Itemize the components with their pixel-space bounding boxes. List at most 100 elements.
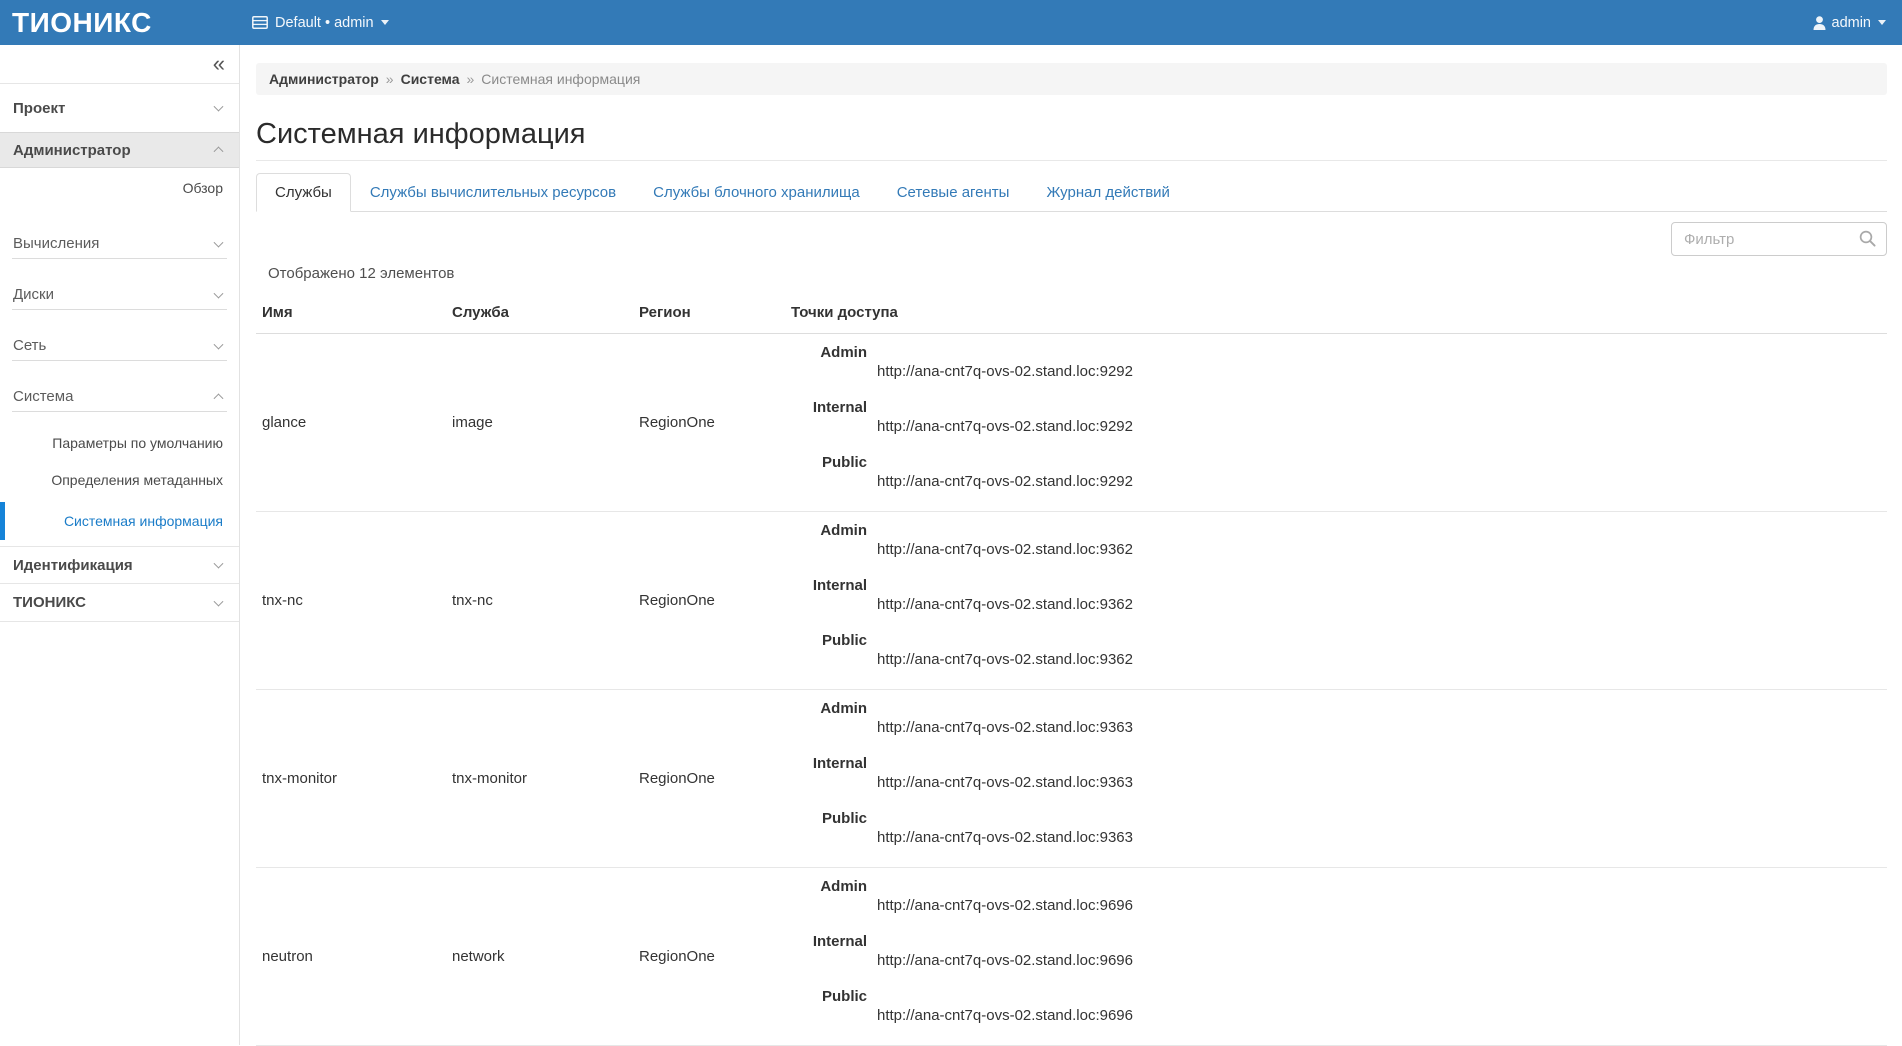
cell-service: tnx-monitor	[446, 690, 633, 868]
sidebar-item-overview[interactable]: Обзор	[0, 168, 239, 208]
divider	[12, 258, 227, 259]
cell-name: neutron	[256, 868, 446, 1046]
page-title: Системная информация	[256, 119, 1887, 149]
tab-bar: Службы Службы вычислительных ресурсов Сл…	[256, 173, 1887, 212]
services-table: Имя Служба Регион Точки доступа glanceim…	[256, 292, 1887, 1046]
endpoint-group: Internalhttp://ana-cnt7q-ovs-02.stand.lo…	[785, 932, 1887, 970]
collapse-sidebar-icon[interactable]: «	[213, 51, 225, 76]
user-label: admin	[1832, 15, 1872, 31]
chevron-down-icon	[214, 102, 224, 112]
endpoint-url: http://ana-cnt7q-ovs-02.stand.loc:9362	[877, 595, 1887, 614]
endpoint-interface-label: Internal	[785, 576, 867, 595]
caret-down-icon	[381, 20, 389, 25]
sidebar-group-compute[interactable]: Вычисления	[0, 230, 239, 258]
sidebar-section-admin[interactable]: Администратор	[0, 132, 239, 168]
section-label: ТИОНИКС	[13, 594, 86, 611]
tab-action-log[interactable]: Журнал действий	[1028, 174, 1187, 211]
cell-service: network	[446, 868, 633, 1046]
endpoint-interface-label: Public	[785, 987, 867, 1006]
endpoint-url: http://ana-cnt7q-ovs-02.stand.loc:9362	[877, 650, 1887, 669]
sidebar-section-tionix[interactable]: ТИОНИКС	[0, 584, 239, 622]
sidebar-item-defaults[interactable]: Параметры по умолчанию	[0, 425, 239, 462]
endpoint-url: http://ana-cnt7q-ovs-02.stand.loc:9363	[877, 718, 1887, 737]
cell-region: RegionOne	[633, 868, 785, 1046]
sidebar-bottom-sections: Идентификация ТИОНИКС	[0, 546, 239, 622]
breadcrumb-system[interactable]: Система	[401, 71, 460, 87]
main-content: Администратор»Система»Системная информац…	[241, 45, 1902, 1045]
sidebar-item-system-information[interactable]: Системная информация	[0, 502, 239, 540]
endpoint-interface-label: Admin	[785, 877, 867, 896]
table-row: tnx-nctnx-ncRegionOneAdminhttp://ana-cnt…	[256, 512, 1887, 690]
endpoint-url: http://ana-cnt7q-ovs-02.stand.loc:9292	[877, 472, 1887, 491]
chevron-down-icon	[214, 289, 224, 299]
sidebar-item-metadata-definitions[interactable]: Определения метаданных	[0, 462, 239, 499]
context-label: Default • admin	[275, 15, 374, 31]
caret-down-icon	[1878, 20, 1886, 25]
sidebar-group-volumes[interactable]: Диски	[0, 281, 239, 309]
endpoint-group: Internal http://ana-cnt7q-ovs-02.stand.lo…	[785, 576, 1887, 614]
endpoint-group: Admin http://ana-cnt7q-ovs-02.stand.loc:9…	[785, 521, 1887, 559]
table-body: glanceimageRegionOneAdminhttp://ana-cnt7…	[256, 334, 1887, 1046]
divider	[12, 411, 227, 412]
endpoint-group: Public http://ana-cnt7q-ovs-02.stand.loc:…	[785, 453, 1887, 491]
chevron-down-icon	[214, 238, 224, 248]
table-row: neutronnetworkRegionOneAdminhttp://ana-c…	[256, 868, 1887, 1046]
tab-services[interactable]: Службы	[256, 173, 351, 212]
endpoint-url: http://ana-cnt7q-ovs-02.stand.loc:9292	[877, 417, 1887, 436]
endpoint-url: http://ana-cnt7q-ovs-02.stand.loc:9362	[877, 540, 1887, 559]
endpoint-interface-label: Admin	[785, 699, 867, 718]
endpoint-interface-label: Public	[785, 453, 867, 472]
section-label: Администратор	[13, 142, 131, 159]
sidebar-group-network[interactable]: Сеть	[0, 332, 239, 360]
endpoint-group: Internalhttp://ana-cnt7q-ovs-02.stand.lo…	[785, 398, 1887, 436]
tab-compute-services[interactable]: Службы вычислительных ресурсов	[352, 174, 634, 211]
sidebar-section-identity[interactable]: Идентификация	[0, 546, 239, 584]
group-label: Вычисления	[13, 235, 99, 252]
chevron-down-icon	[214, 559, 224, 569]
endpoint-interface-label: Internal	[785, 754, 867, 773]
chevron-up-icon	[214, 393, 224, 403]
endpoint-group: Adminhttp://ana-cnt7q-ovs-02.stand.loc:9…	[785, 877, 1887, 915]
breadcrumb-admin[interactable]: Администратор	[269, 71, 379, 87]
group-label: Система	[13, 388, 73, 405]
sidebar: « Проект Администратор Обзор Вычисления …	[0, 45, 240, 1045]
cell-region: RegionOne	[633, 334, 785, 512]
column-header-service: Служба	[446, 292, 633, 334]
breadcrumb-current: Системная информация	[481, 71, 640, 87]
table-row: glanceimageRegionOneAdminhttp://ana-cnt7…	[256, 334, 1887, 512]
endpoint-interface-label: Admin	[785, 521, 867, 540]
cell-endpoints: Adminhttp://ana-cnt7q-ovs-02.stand.loc:9…	[785, 868, 1887, 1046]
section-label: Идентификация	[13, 557, 133, 574]
endpoint-group: Publichttp://ana-cnt7q-ovs-02.stand.loc:…	[785, 987, 1887, 1025]
tab-network-agents[interactable]: Сетевые агенты	[879, 174, 1028, 211]
breadcrumb-separator: »	[386, 71, 394, 87]
project-context-switcher[interactable]: Default • admin	[252, 15, 389, 31]
cell-name: glance	[256, 334, 446, 512]
projects-list-icon	[252, 16, 268, 29]
endpoint-interface-label: Internal	[785, 932, 867, 951]
column-header-region: Регион	[633, 292, 785, 334]
divider	[12, 360, 227, 361]
filter-input[interactable]	[1671, 222, 1887, 256]
tab-block-storage-services[interactable]: Службы блочного хранилища	[635, 174, 878, 211]
cell-name: tnx-nc	[256, 512, 446, 690]
sidebar-section-project[interactable]: Проект	[0, 84, 239, 133]
chevron-up-icon	[214, 146, 224, 156]
endpoint-url: http://ana-cnt7q-ovs-02.stand.loc:9363	[877, 773, 1887, 792]
brand-logo[interactable]: ТИОНИКС	[0, 7, 240, 39]
search-icon[interactable]	[1859, 230, 1876, 247]
user-menu[interactable]: admin	[1813, 15, 1902, 31]
endpoint-group: Internal http://ana-cnt7q-ovs-02.stand.lo…	[785, 754, 1887, 792]
sidebar-collapse-row: «	[0, 45, 239, 84]
column-header-endpoints: Точки доступа	[785, 292, 1887, 334]
cell-endpoints: Admin http://ana-cnt7q-ovs-02.stand.loc:9…	[785, 512, 1887, 690]
chevron-down-icon	[214, 340, 224, 350]
cell-service: tnx-nc	[446, 512, 633, 690]
group-label: Диски	[13, 286, 54, 303]
sidebar-group-system[interactable]: Система	[0, 383, 239, 411]
endpoint-interface-label: Public	[785, 631, 867, 650]
items-count: Отображено 12 элементов	[268, 264, 1887, 284]
page-header: Системная информация	[256, 119, 1887, 161]
filter-box	[1671, 222, 1887, 256]
endpoint-group: Admin http://ana-cnt7q-ovs-02.stand.loc:9…	[785, 699, 1887, 737]
